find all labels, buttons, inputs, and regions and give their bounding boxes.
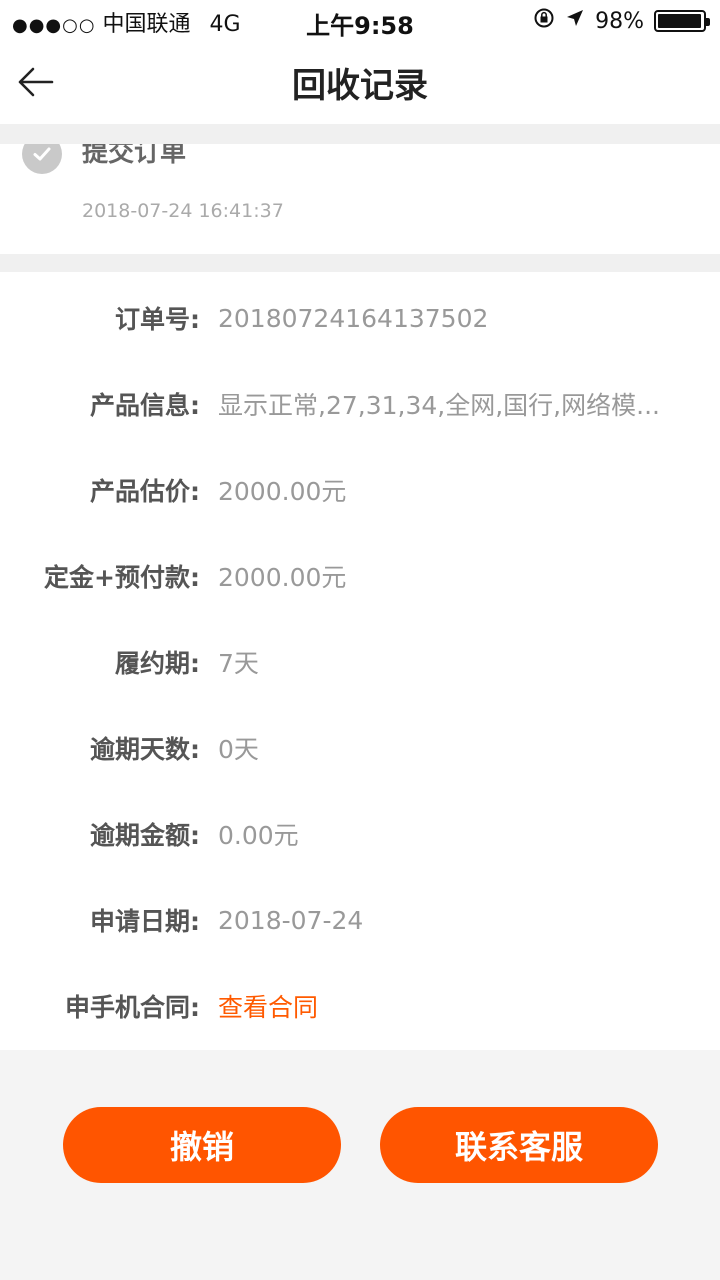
detail-row-order-number: 订单号: 20180724164137502 (0, 288, 720, 348)
battery-tip (706, 18, 710, 26)
detail-row-contract: 申手机合同: 查看合同 (0, 976, 720, 1036)
detail-row-apply-date: 申请日期: 2018-07-24 (0, 890, 720, 950)
detail-value: 显示正常,27,31,34,全网,国行,网络模... (218, 391, 660, 420)
detail-label: 逾期金额: (90, 821, 200, 850)
section-divider (0, 254, 720, 272)
detail-value: 20180724164137502 (218, 303, 489, 333)
detail-label: 履约期: (115, 649, 200, 678)
orientation-lock-icon (533, 7, 555, 35)
cancel-button[interactable]: 撤销 (63, 1107, 341, 1183)
battery-icon (654, 10, 710, 32)
timeline-card: 提交订单 2018-07-24 16:41:37 (0, 144, 720, 254)
detail-value: 2000.00元 (218, 477, 347, 506)
detail-value: 2000.00元 (218, 563, 347, 592)
timeline-step-time: 2018-07-24 16:41:37 (82, 200, 284, 222)
contact-service-button[interactable]: 联系客服 (380, 1107, 658, 1183)
status-bar: ●●●○○ 中国联通 4G 上午9:58 98% (0, 0, 720, 40)
check-circle-icon (22, 144, 62, 174)
detail-row-overdue-amount: 逾期金额: 0.00元 (0, 804, 720, 864)
battery-fill (658, 14, 702, 28)
nav-bar: 回收记录 (0, 40, 720, 124)
view-contract-link[interactable]: 查看合同 (218, 988, 692, 1024)
detail-row-estimate: 产品估价: 2000.00元 (0, 460, 720, 520)
detail-label: 产品估价: (90, 477, 200, 506)
detail-label: 申手机合同: (65, 993, 200, 1022)
location-arrow-icon (565, 8, 585, 34)
section-divider (0, 124, 720, 144)
order-details: 订单号: 20180724164137502 产品信息: 显示正常,27,31,… (0, 272, 720, 1050)
detail-value: 2018-07-24 (218, 905, 364, 935)
detail-value: 0.00元 (218, 821, 299, 850)
action-area: 撤销 联系客服 (0, 1050, 720, 1280)
status-right: 98% (533, 7, 710, 35)
page-title: 回收记录 (292, 66, 428, 106)
detail-label: 定金+预付款: (44, 563, 200, 592)
detail-row-overdue-days: 逾期天数: 0天 (0, 718, 720, 778)
detail-value: 7天 (218, 649, 259, 678)
detail-row-product-info: 产品信息: 显示正常,27,31,34,全网,国行,网络模... (0, 374, 720, 434)
battery-percent: 98% (595, 8, 644, 34)
detail-value: 0天 (218, 735, 259, 764)
detail-label: 逾期天数: (90, 735, 200, 764)
detail-row-term: 履约期: 7天 (0, 632, 720, 692)
detail-label: 申请日期: (90, 907, 200, 936)
detail-label: 订单号: (115, 305, 200, 334)
detail-row-deposit: 定金+预付款: 2000.00元 (0, 546, 720, 606)
detail-label: 产品信息: (90, 391, 200, 420)
timeline-step-label: 提交订单 (82, 144, 187, 168)
